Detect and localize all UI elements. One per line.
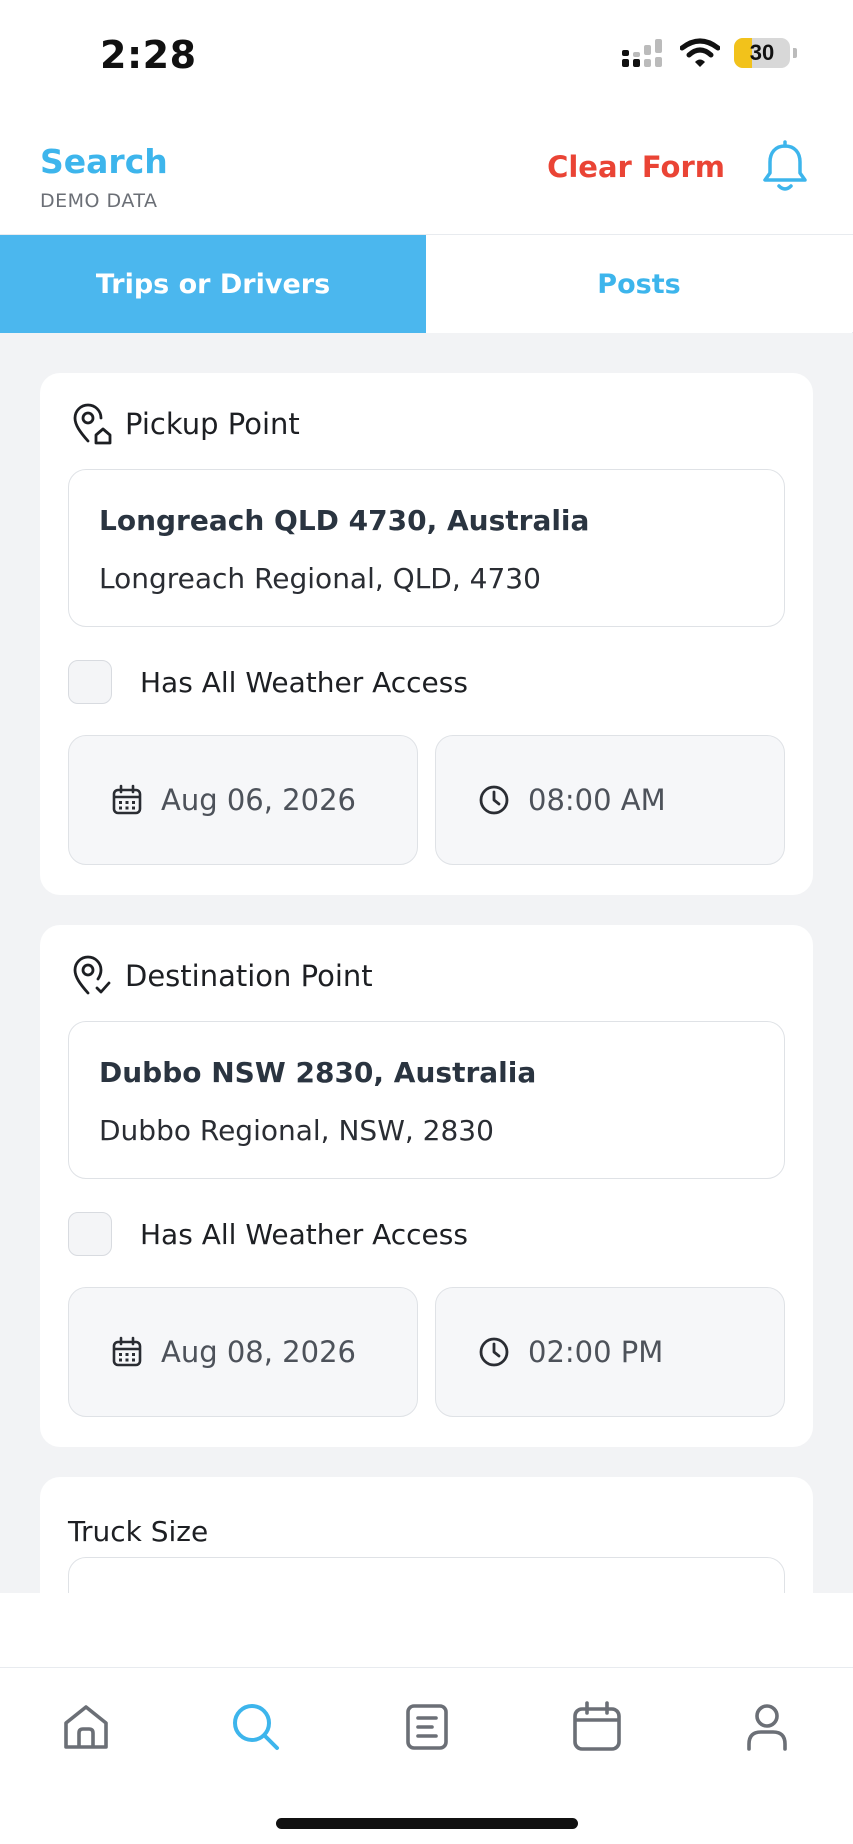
pickup-date-field[interactable]: Aug 06, 2026 [68,735,418,865]
battery-cap [793,48,797,58]
clear-form-button[interactable]: Clear Form [547,150,725,184]
pickup-weather-checkbox[interactable] [68,660,112,704]
battery-icon: 30 [734,38,790,68]
search-icon [233,1704,279,1750]
nav-calendar[interactable] [562,1692,632,1762]
pickup-weather-row: Has All Weather Access [68,660,468,704]
status-bar: 2:28 30 [0,0,853,110]
destination-address-sub: Dubbo Regional, NSW, 2830 [99,1114,494,1147]
destination-date-value: Aug 08, 2026 [161,1335,356,1369]
search-screen: 2:28 30 Search DEMO DATA Clear Form Trip… [0,0,853,1844]
pickup-weather-label: Has All Weather Access [140,665,468,699]
clock-icon [479,1337,509,1367]
destination-time-field[interactable]: 02:00 PM [435,1287,785,1417]
destination-weather-label: Has All Weather Access [140,1217,468,1251]
calendar-icon [112,1336,142,1367]
nav-search[interactable] [221,1692,291,1762]
pickup-address-main: Longreach QLD 4730, Australia [99,504,590,537]
nav-profile[interactable] [732,1692,802,1762]
battery-level: 30 [749,40,775,65]
destination-address-field[interactable]: Dubbo NSW 2830, Australia Dubbo Regional… [68,1021,785,1179]
nav-home[interactable] [51,1692,121,1762]
pickup-time-value: 08:00 AM [528,783,666,817]
status-icons: 30 [622,38,797,68]
pickup-card: Pickup Point Longreach QLD 4730, Austral… [40,373,813,895]
wifi-icon [680,38,720,67]
tab-trips-or-drivers[interactable]: Trips or Drivers [0,235,426,333]
destination-weather-checkbox[interactable] [68,1212,112,1256]
pickup-title: Pickup Point [125,407,300,441]
destination-card: Destination Point Dubbo NSW 2830, Austra… [40,925,813,1447]
truck-size-field[interactable] [68,1557,785,1593]
pickup-date-value: Aug 06, 2026 [161,783,356,817]
home-indicator[interactable] [276,1818,578,1829]
signal-icon [622,39,662,67]
page-title: Search [40,142,168,181]
destination-location-icon [73,955,111,995]
calendar-icon [573,1701,621,1751]
nav-posts[interactable] [392,1692,462,1762]
pickup-address-field[interactable]: Longreach QLD 4730, Australia Longreach … [68,469,785,627]
pickup-address-sub: Longreach Regional, QLD, 4730 [99,562,541,595]
tab-posts[interactable]: Posts [426,235,852,333]
pickup-location-icon [73,403,112,445]
demo-data-label: DEMO DATA [40,190,158,212]
truck-size-card: Truck Size [40,1477,813,1593]
destination-address-main: Dubbo NSW 2830, Australia [99,1056,537,1089]
search-form: Pickup Point Longreach QLD 4730, Austral… [0,333,853,1593]
calendar-icon [112,784,142,815]
destination-date-field[interactable]: Aug 08, 2026 [68,1287,418,1417]
profile-icon [747,1704,787,1751]
pickup-time-field[interactable]: 08:00 AM [435,735,785,865]
home-icon [64,1705,108,1749]
truck-size-label: Truck Size [68,1515,209,1548]
bell-icon[interactable] [759,140,811,196]
status-time: 2:28 [100,33,197,77]
posts-icon [406,1704,448,1750]
destination-title: Destination Point [125,959,373,993]
clock-icon [479,785,509,815]
app-header: Search DEMO DATA Clear Form [0,110,853,235]
destination-time-value: 02:00 PM [528,1335,664,1369]
search-tabs: Trips or Drivers Posts [0,235,853,333]
destination-weather-row: Has All Weather Access [68,1212,468,1256]
